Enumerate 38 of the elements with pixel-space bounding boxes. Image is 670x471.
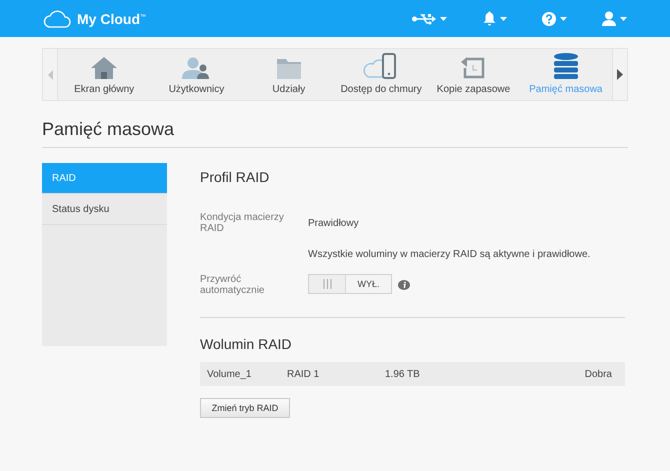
- nav-tab[interactable]: Dostęp do chmury: [334, 49, 428, 100]
- table-cell: Volume_1: [200, 362, 280, 386]
- help-icon: [542, 12, 556, 26]
- nav-tab[interactable]: Użytkownicy: [150, 49, 243, 100]
- database-icon: [554, 53, 578, 79]
- field-label: Kondycja macierzy RAID: [200, 212, 285, 234]
- caret-icon: [560, 16, 567, 20]
- scroll-left-icon[interactable]: [48, 70, 52, 80]
- folder-icon: [276, 59, 301, 79]
- table-cell: RAID 1: [280, 362, 378, 386]
- status-message: Wszystkie woluminy w macierzy RAID są aktywne i prawidłowe.: [308, 249, 592, 260]
- info-icon[interactable]: [398, 280, 410, 291]
- scroll-right-icon[interactable]: [617, 69, 623, 80]
- change-raid-mode-button[interactable]: Zmień tryb RAID: [200, 398, 290, 418]
- toggle-switch[interactable]: WYŁ.: [308, 274, 392, 294]
- field-value: Prawidłowy: [308, 218, 359, 229]
- field-label: Przywróć automatycznie: [200, 274, 266, 296]
- bell-icon: [483, 11, 496, 26]
- sidebar-item[interactable]: Status dysku: [42, 194, 167, 225]
- section-title: Wolumin RAID: [200, 336, 293, 352]
- caret-icon: [620, 16, 627, 20]
- app-logo-text: My Cloud$^{™}$: [77, 10, 146, 26]
- nav-tab[interactable]: Udziały: [242, 49, 335, 100]
- cloud-logo-icon: [43, 9, 71, 28]
- nav-tab[interactable]: Ekran główny: [58, 49, 150, 100]
- nav-tab[interactable]: Kopie zapasowe: [427, 49, 520, 100]
- usb-icon: [412, 12, 436, 24]
- caret-icon: [500, 16, 507, 20]
- table-cell: 1.96 TB: [378, 362, 504, 386]
- table-cell: Dobra: [504, 362, 625, 386]
- house-icon: [91, 57, 118, 79]
- caret-icon: [440, 16, 447, 20]
- users-icon: [182, 57, 210, 79]
- user-icon: [602, 11, 616, 26]
- page-title: Pamięć masowa: [42, 119, 628, 148]
- grip-icon: [322, 279, 332, 289]
- backup-icon: [461, 55, 486, 79]
- section-title: Profil RAID: [200, 169, 270, 185]
